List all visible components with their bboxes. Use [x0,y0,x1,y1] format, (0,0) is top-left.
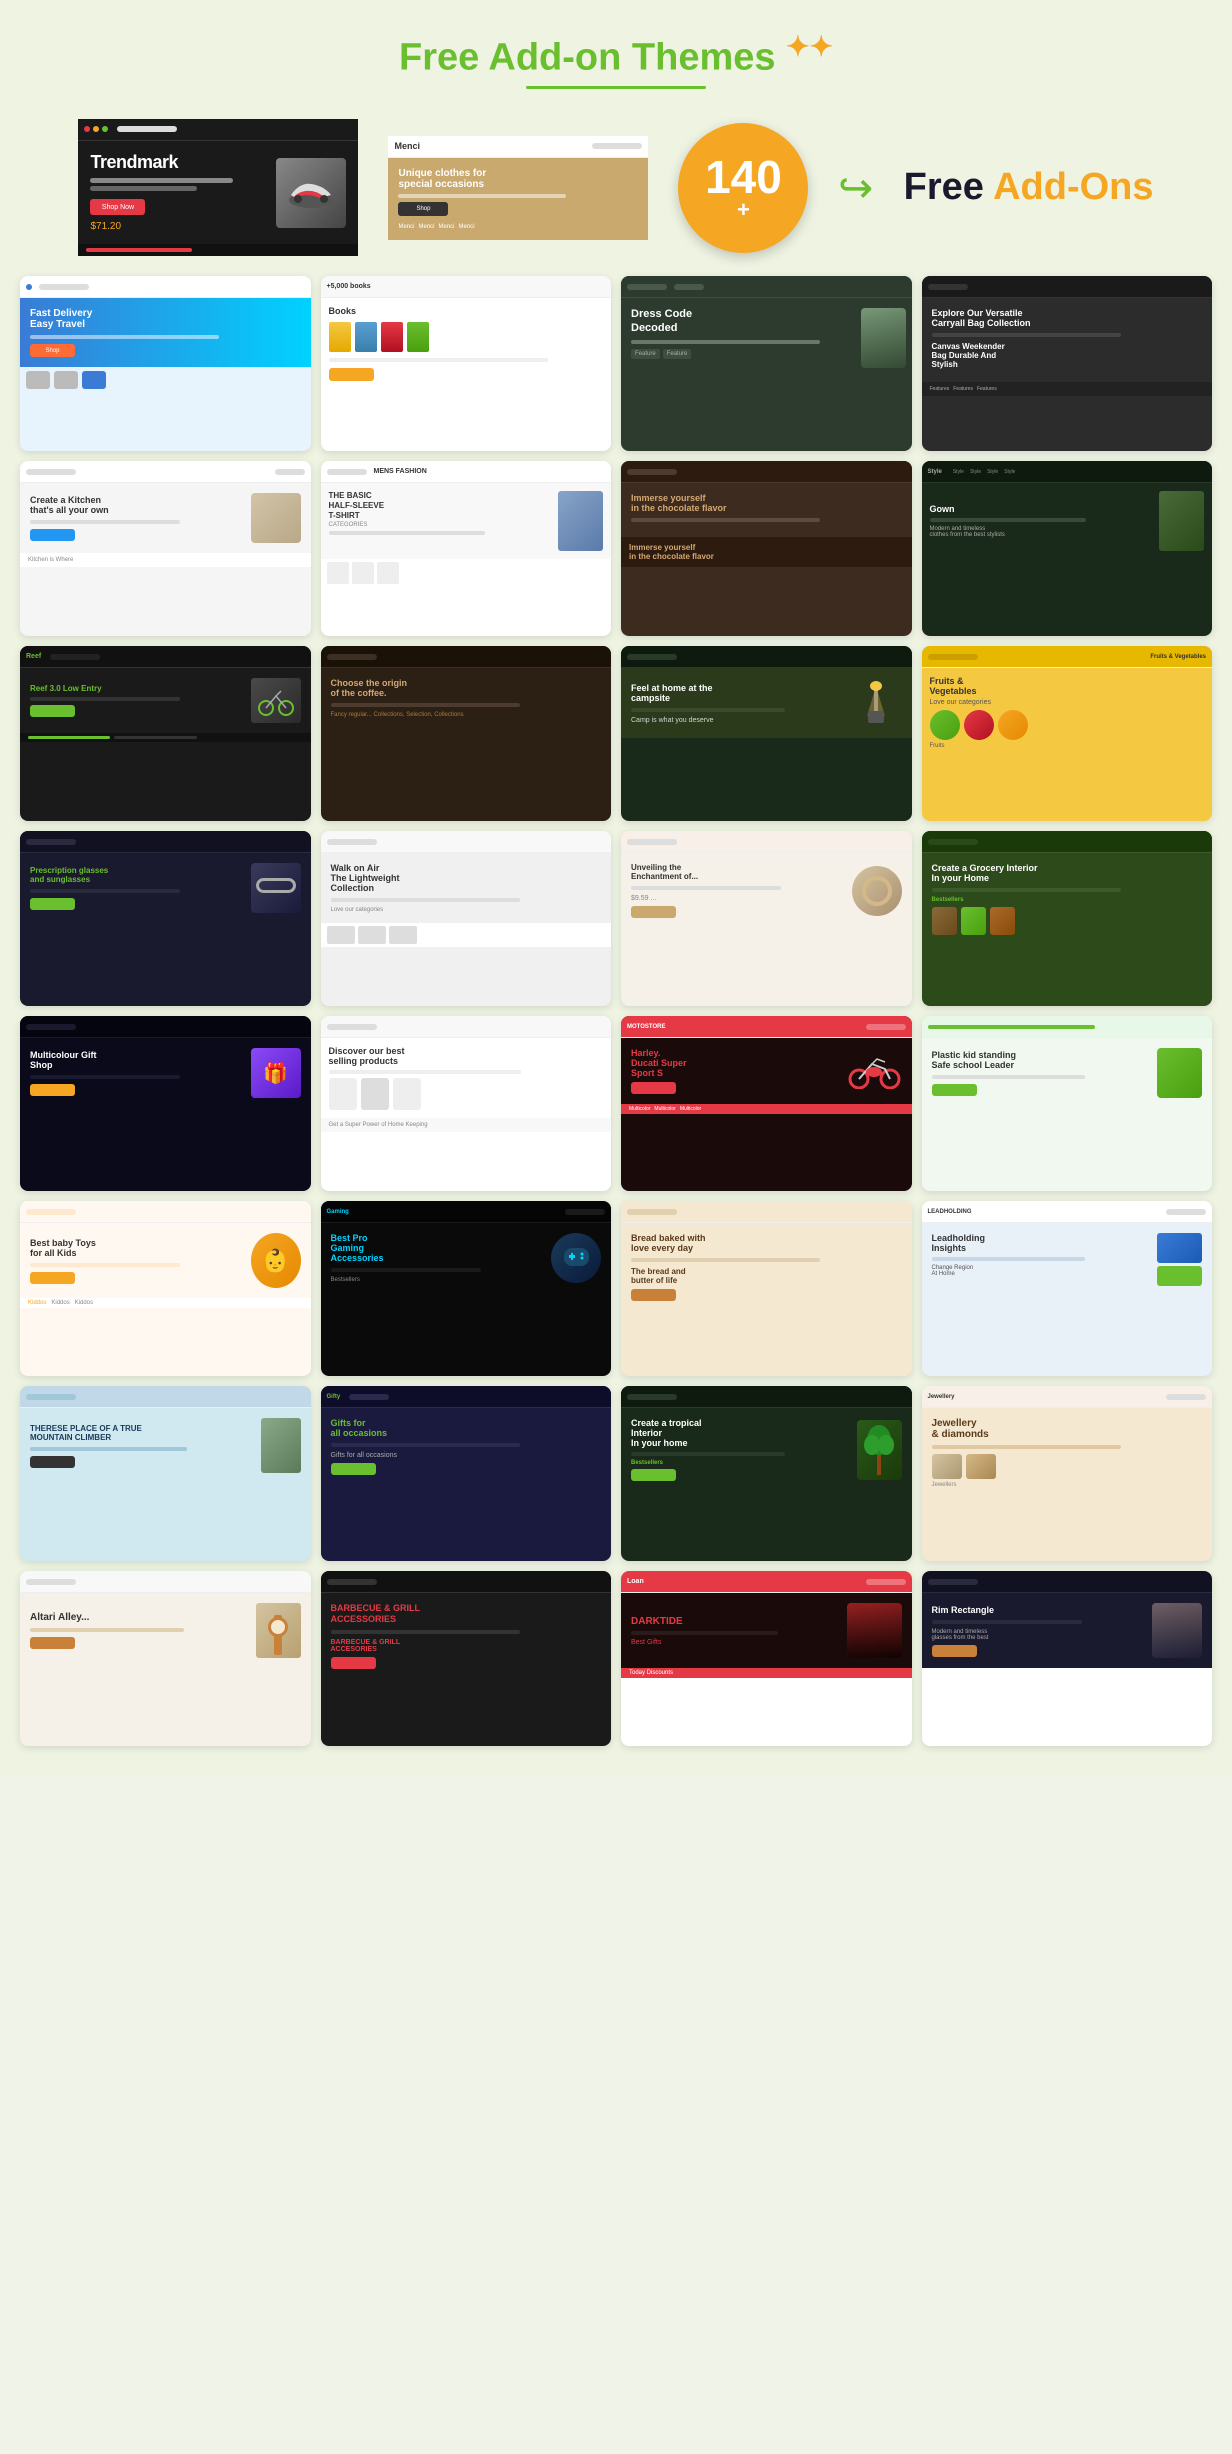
theme-thumb-gaming[interactable]: Gaming Best ProGamingAccessories Bestsel… [321,1201,612,1376]
header-free-text: Free [399,37,488,79]
theme-thumb-jewellery[interactable]: Jewellery Jewellery& diamonds Jewellers [922,1386,1213,1561]
free-addons-text: Free Add-Ons [904,166,1154,209]
header-addon-text: Add-on Themes [488,37,775,79]
theme-thumb-carryall[interactable]: Explore Our VersatileCarryall Bag Collec… [922,276,1213,451]
header-underline [526,86,706,89]
theme-thumb-menci[interactable]: Menci Unique clothes forspecial occasion… [388,136,648,240]
themes-grid: Fast DeliveryEasy Travel Shop +5,000 boo… [20,276,1212,1746]
theme-thumb-glasses[interactable]: Prescription glassesand sunglasses [20,831,311,1006]
theme-thumb-grocery-interior[interactable]: Create a Grocery InteriorIn your Home Be… [922,831,1213,1006]
theme-thumb-baby-toys[interactable]: Best baby Toysfor all Kids 👶 Kiddos Kidd… [20,1201,311,1376]
theme-thumb-bbq[interactable]: BARBECUE & GRILLACCESSORIES BARBECUE & G… [321,1571,612,1746]
theme-thumb-coffee[interactable]: Choose the originof the coffee. Fancy re… [321,646,612,821]
theme-thumb-gift-shop[interactable]: Multicolour GiftShop 🎁 [20,1016,311,1191]
theme-thumb-ducati[interactable]: MOTOSTORE Harley. Ducati SuperSport S [621,1016,912,1191]
theme-thumb-walk-on-air[interactable]: Walk on AirThe LightweightCollection Lov… [321,831,612,1006]
header-title: Free Add-on Themes ✦✦ [20,30,1212,80]
theme-thumb-fruits[interactable]: Fruits & Vegetables Fruits &Vegetables L… [922,646,1213,821]
theme-thumb-gifty[interactable]: Gifty Gifts forall occasions Gifts for a… [321,1386,612,1561]
badge-row: Trendmark Shop Now $71.20 [20,119,1212,257]
theme-thumb-leadholding[interactable]: LEADHOLDING LeadholdingInsights Change R… [922,1201,1213,1376]
theme-thumb-rim-rectangle[interactable]: Rim Rectangle Modern and timelessglasses… [922,1571,1213,1746]
header-section: Free Add-on Themes ✦✦ [20,30,1212,89]
theme-thumb-altari[interactable]: Altari Alley... [20,1571,311,1746]
theme-thumb-chocolate[interactable]: Immerse yourselfin the chocolate flavor … [621,461,912,636]
theme-thumb-reef[interactable]: Reef Reef 3.0 Low Entry [20,646,311,821]
addons-label: Add-Ons [993,166,1153,208]
theme-thumb-bakery[interactable]: Bread baked withlove every day The bread… [621,1201,912,1376]
theme-thumb-bestselling[interactable]: Discover our bestselling products Get a … [321,1016,612,1191]
theme-thumb-darktide[interactable]: Loan DARKTIDE Best Gifts Today Discounts [621,1571,912,1746]
badge-plus: + [737,197,750,223]
theme-thumb-mens-fashion[interactable]: MENS FASHION THE BASICHALF-SLEEVET-SHIRT… [321,461,612,636]
theme-thumb-gown[interactable]: Style Style Style Style Style Gown Moder… [922,461,1213,636]
theme-thumb-trendmark[interactable]: Trendmark Shop Now $71.20 [78,119,358,257]
theme-thumb-kitchen[interactable]: Create a Kitchenthat's all your own Kitc… [20,461,311,636]
theme-thumb-jewelry-rings[interactable]: Unveiling theEnchantment of... $9.59 ... [621,831,912,1006]
free-label: Free [904,166,993,208]
arrow-icon: ↩ [838,163,873,212]
page-wrapper: Free Add-on Themes ✦✦ Trendmark Shop Now [0,0,1232,1776]
theme-thumb-4[interactable]: +5,000 books Books [321,276,612,451]
badge-number: 140 [705,152,782,203]
theme-thumb-kids[interactable]: Plastic kid standingSafe school Leader [922,1016,1213,1191]
badge-circle: 140 + [678,123,808,253]
theme-thumb-mountain[interactable]: THERESE PLACE OF A TRUEMOUNTAIN CLIMBER [20,1386,311,1561]
theme-thumb-3[interactable]: Fast DeliveryEasy Travel Shop [20,276,311,451]
spark-icon: ✦✦ [786,31,833,62]
theme-thumb-tropical[interactable]: Create a tropicalInteriorIn your home Be… [621,1386,912,1561]
theme-thumb-camping[interactable]: Feel at home at thecampsite Camp is what… [621,646,912,821]
theme-thumb-dress-code[interactable]: Dress CodeDecoded Feature Feature [621,276,912,451]
